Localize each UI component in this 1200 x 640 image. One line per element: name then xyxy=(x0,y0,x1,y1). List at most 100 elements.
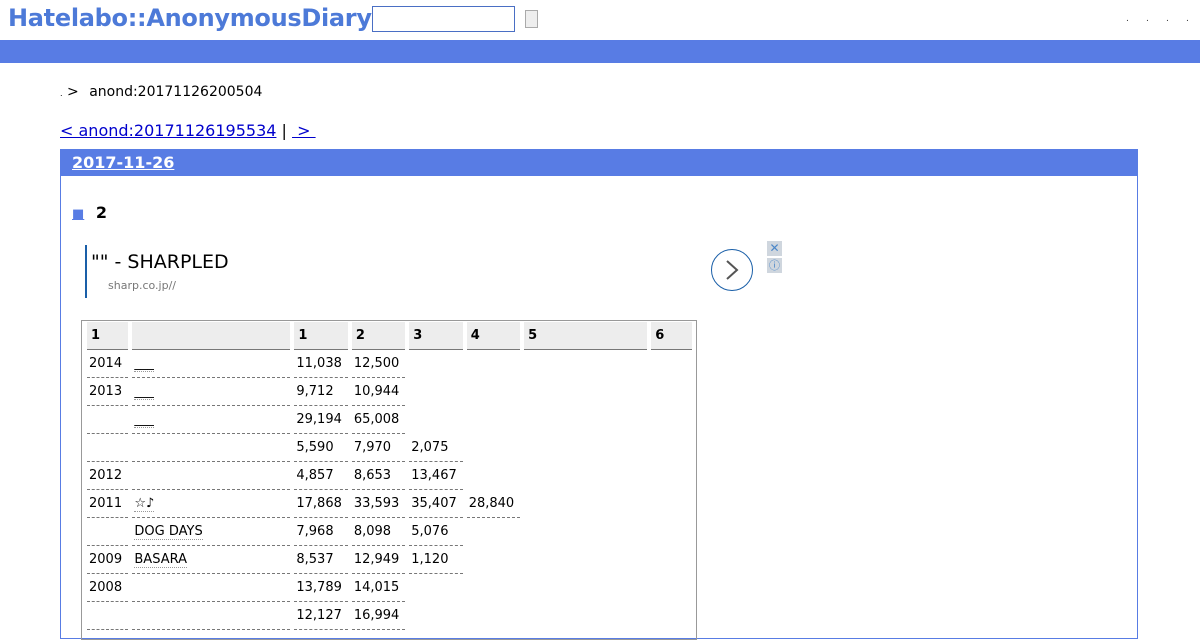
search-input[interactable] xyxy=(372,6,515,32)
table-cell xyxy=(132,574,291,602)
ad-url: sharp.co.jp// xyxy=(108,279,176,292)
table-cell xyxy=(651,518,692,546)
table-cell: 33,593 xyxy=(351,490,406,518)
breadcrumb: . > anond:20171126200504 xyxy=(60,84,262,100)
ad-title[interactable]: "" - SHARPLED xyxy=(91,251,229,273)
table-cell xyxy=(524,574,647,602)
table-cell xyxy=(651,602,692,630)
title-text: BASARA xyxy=(134,552,187,568)
ad-close-icon[interactable]: ✕ xyxy=(767,241,782,256)
table-cell xyxy=(87,434,129,462)
table-header-cell: 4 xyxy=(466,322,521,350)
table-cell xyxy=(467,574,520,602)
table-cell xyxy=(87,518,129,546)
table-cell xyxy=(132,602,291,630)
table-cell: 17,868 xyxy=(294,490,348,518)
table-header-cell xyxy=(132,322,291,350)
table-cell: ___ xyxy=(132,406,291,434)
table-cell: 29,194 xyxy=(294,406,348,434)
table-cell xyxy=(467,406,520,434)
table-header-cell: 2 xyxy=(351,322,406,350)
table-cell xyxy=(409,406,462,434)
table-cell xyxy=(524,546,647,574)
table-cell xyxy=(651,490,692,518)
table-cell: 2011 xyxy=(87,490,129,518)
entry-pager: < anond:20171126195534 | > xyxy=(60,121,316,140)
table-cell: 5,590 xyxy=(294,434,348,462)
chevron-right-icon xyxy=(726,260,739,280)
table-cell xyxy=(87,602,129,630)
table-cell: 2013 xyxy=(87,378,129,406)
table-cell xyxy=(467,602,520,630)
table-cell xyxy=(409,350,462,378)
prev-entry-link[interactable]: < anond:20171126195534 xyxy=(60,121,276,140)
ad-info-icon[interactable]: ⓘ xyxy=(767,258,782,273)
header-link-1[interactable]: . xyxy=(1126,14,1129,24)
table-row: 2009 BASARA 8,537 12,949 1,120 xyxy=(87,546,692,574)
table-cell: 16,994 xyxy=(351,602,406,630)
breadcrumb-separator: > xyxy=(67,84,79,100)
table-cell xyxy=(87,406,129,434)
table-cell: 9,712 xyxy=(294,378,348,406)
table-cell: ☆♪ xyxy=(132,490,291,518)
table-cell xyxy=(467,378,520,406)
table-cell: 12,127 xyxy=(294,602,348,630)
title-text: ___ xyxy=(134,356,154,372)
header-link-2[interactable]: . xyxy=(1146,14,1149,24)
header-link-3[interactable]: . xyxy=(1166,14,1169,24)
site-header: Hatelabo::AnonymousDiary . . . . xyxy=(0,0,1200,40)
table-cell xyxy=(524,350,647,378)
table-cell xyxy=(524,462,647,490)
table-cell xyxy=(651,434,692,462)
table-cell: ___ xyxy=(132,350,291,378)
table-header-cell: 5 xyxy=(524,322,648,350)
table-cell: 28,840 xyxy=(466,490,521,518)
table-cell xyxy=(467,546,520,574)
table-cell xyxy=(409,630,462,639)
table-cell: 2008 xyxy=(87,574,129,602)
day-section: 2017-11-26 ■ 2 "" - SHARPLED sharp.co.jp… xyxy=(60,149,1138,640)
table-row: 2008 13,789 14,015 xyxy=(87,574,692,602)
table-row xyxy=(87,630,692,639)
ad-arrow-button[interactable] xyxy=(711,249,753,291)
table-cell xyxy=(651,462,692,490)
table-header-cell: 6 xyxy=(651,322,692,350)
table-cell: 8,537 xyxy=(294,546,348,574)
table-row: 2014 ___ 11,038 12,500 xyxy=(87,350,692,378)
ad-block[interactable]: "" - SHARPLED sharp.co.jp// ✕ ⓘ xyxy=(85,241,785,301)
table-header-cell: 3 xyxy=(409,322,463,350)
site-logo[interactable]: Hatelabo::AnonymousDiary xyxy=(8,4,372,32)
table-cell: 12,949 xyxy=(351,546,406,574)
section-permalink[interactable]: ■ xyxy=(72,207,84,222)
table-cell xyxy=(467,462,520,490)
header-link-4[interactable]: . xyxy=(1186,14,1189,24)
table-cell: 2012 xyxy=(87,462,129,490)
entry-title-text: 2 xyxy=(95,203,108,222)
table-cell xyxy=(467,630,520,639)
table-cell xyxy=(524,406,647,434)
title-text: ☆♪ xyxy=(134,496,155,512)
table-cell: 12,500 xyxy=(351,350,406,378)
table-cell xyxy=(132,630,290,639)
table-cell xyxy=(651,350,692,378)
table-cell: 11,038 xyxy=(294,350,348,378)
table-cell xyxy=(524,490,647,518)
table-cell xyxy=(294,630,347,639)
table-cell: 7,970 xyxy=(351,434,406,462)
table-row: 5,590 7,970 2,075 xyxy=(87,434,692,462)
table-cell xyxy=(87,630,128,639)
table-cell xyxy=(132,462,291,490)
table-cell: 2014 xyxy=(87,350,129,378)
table-cell: 2,075 xyxy=(409,434,463,462)
day-date-link[interactable]: 2017-11-26 xyxy=(72,153,174,172)
next-entry-link[interactable]: > xyxy=(292,121,316,140)
table-cell: DOG DAYS xyxy=(132,518,291,546)
table-row: 12,127 16,994 xyxy=(87,602,692,630)
table-header-row: 1123456 xyxy=(87,322,692,350)
ad-accent-bar xyxy=(85,245,87,298)
breadcrumb-home-link[interactable]: . xyxy=(60,89,63,98)
search-button[interactable] xyxy=(525,10,538,28)
table-cell xyxy=(467,350,520,378)
table-row: ___ 29,194 65,008 xyxy=(87,406,692,434)
table-cell xyxy=(524,630,647,639)
